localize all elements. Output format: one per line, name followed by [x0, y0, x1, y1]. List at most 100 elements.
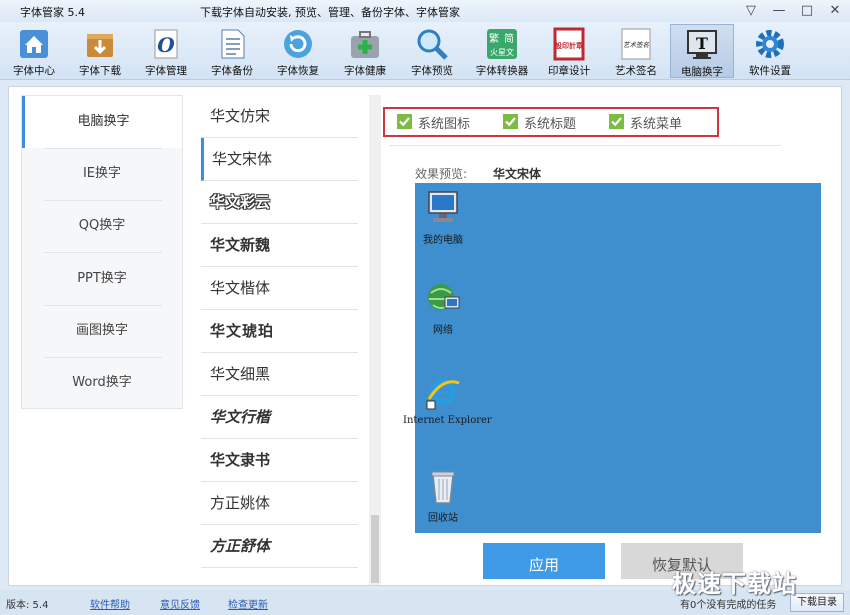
left-nav: 电脑换字 IE换字 QQ换字 PPT换字 画图换字 Word换字	[21, 95, 183, 409]
recycle-bin-icon	[431, 471, 455, 504]
version-text: 版本: 5.4	[6, 600, 49, 611]
medkit-icon	[351, 31, 379, 58]
option-highlight-box: 系统图标 系统标题 系统菜单	[383, 107, 719, 137]
download-box-icon	[87, 34, 113, 57]
font-item-xihei[interactable]: 华文细黑	[201, 353, 358, 396]
watermark-logo: 极速下载站	[672, 570, 797, 598]
ie-icon	[426, 379, 460, 410]
desktop-icon-label: 回收站	[428, 513, 458, 524]
checkbox-checked-icon[interactable]	[609, 114, 624, 129]
tool-label: 字体健康	[344, 65, 386, 77]
tool-font-center[interactable]: 字体中心	[2, 24, 66, 78]
document-icon	[221, 29, 245, 59]
signature-icon: 艺术签名	[621, 28, 651, 60]
house-icon	[20, 30, 48, 58]
font-item-xinwei[interactable]: 华文新魏	[201, 224, 358, 267]
desktop-preview: 我的电脑 网络 Internet Explorer 回收站	[403, 183, 821, 533]
app-subtitle: 下载字体自动安装, 预览、管理、备份字体、字体管家	[200, 6, 460, 19]
minimize-button[interactable]: —	[768, 2, 790, 20]
converter-icon: 繁 简 火星文	[487, 29, 517, 59]
seal-text: 設印計章	[555, 41, 583, 50]
tool-font-restore[interactable]: 字体恢复	[266, 24, 330, 78]
tool-label: 软件设置	[749, 65, 791, 77]
preview-font-name: 华文宋体	[493, 167, 542, 181]
checkbox-checked-icon[interactable]	[503, 114, 518, 129]
tool-label: 字体管理	[145, 65, 187, 77]
tool-label: 字体预览	[411, 65, 453, 77]
feedback-link[interactable]: 意见反馈	[160, 596, 200, 611]
tool-font-converter[interactable]: 繁 简 火星文 字体转换器	[470, 24, 534, 78]
font-list: 华文仿宋 华文宋体 华文彩云 华文新魏 华文楷体 华文琥珀 华文细黑 华文行楷 …	[201, 95, 361, 585]
title-bar: 字体管家 5.4 下载字体自动安装, 预览、管理、备份字体、字体管家 ▽ — □…	[0, 0, 850, 22]
font-item-fangsong[interactable]: 华文仿宋	[201, 95, 358, 138]
desktop-icon-ie: Internet Explorer	[403, 373, 492, 426]
option-system-icons[interactable]: 系统图标	[397, 112, 487, 132]
desktop-icon-computer: 我的电脑	[403, 189, 483, 246]
font-item-lishu[interactable]: 华文隶书	[201, 439, 358, 482]
apply-button[interactable]: 应用	[483, 543, 605, 579]
divider	[389, 145, 781, 146]
nav-item-ie[interactable]: IE换字	[22, 148, 182, 200]
options-pane: 系统图标 系统标题 系统菜单 效果预览: 华文宋体 我的电脑 网络 Intern…	[369, 95, 835, 585]
tool-font-backup[interactable]: 字体备份	[200, 24, 264, 78]
font-change-icon: T	[687, 30, 717, 59]
check-update-link[interactable]: 检查更新	[228, 596, 268, 611]
download-dir-button[interactable]: 下载目录	[790, 593, 844, 612]
nav-item-word[interactable]: Word换字	[22, 357, 182, 409]
option-system-title[interactable]: 系统标题	[503, 112, 593, 132]
skin-dropdown-button[interactable]: ▽	[740, 2, 762, 20]
font-manage-icon: O	[154, 29, 178, 59]
tool-label: 字体备份	[211, 65, 253, 77]
signature-text: 艺术签名	[623, 41, 650, 49]
checkbox-checked-icon[interactable]	[397, 114, 412, 129]
tool-label: 字体下载	[79, 65, 121, 77]
nav-item-paint[interactable]: 画图换字	[22, 305, 182, 357]
restore-icon	[284, 30, 312, 58]
tool-font-manage[interactable]: O 字体管理	[134, 24, 198, 78]
font-item-yaoti[interactable]: 方正姚体	[201, 482, 358, 525]
tool-label: 字体恢复	[277, 65, 319, 77]
network-icon	[428, 284, 460, 310]
tool-font-preview[interactable]: 字体预览	[400, 24, 464, 78]
nav-item-qq[interactable]: QQ换字	[22, 200, 182, 252]
tool-font-health[interactable]: 字体健康	[333, 24, 397, 78]
font-item-kaiti[interactable]: 华文楷体	[201, 267, 358, 310]
converter-mars-text: 火星文	[490, 47, 514, 57]
converter-simp-text: 简	[504, 32, 514, 45]
tool-art-signature[interactable]: 艺术签名 艺术签名	[604, 24, 668, 78]
nav-item-ppt[interactable]: PPT换字	[22, 253, 182, 305]
tool-font-download[interactable]: 字体下载	[68, 24, 132, 78]
desktop-icon-recycle-bin: 回收站	[403, 467, 483, 524]
desktop-icon-network: 网络	[403, 279, 483, 336]
preview-label: 效果预览:	[415, 167, 468, 181]
tool-label: 字体中心	[13, 65, 55, 77]
font-item-shuti[interactable]: 方正舒体	[201, 525, 358, 568]
main-toolbar: 字体中心 字体下载 O 字体管理 字体备份 字体恢复 字体健康 字体预览 繁 简…	[0, 22, 850, 80]
seal-icon: 設印計章	[553, 27, 585, 61]
app-title: 字体管家 5.4	[20, 6, 85, 19]
option-label: 系统图标	[418, 117, 471, 132]
font-item-songti[interactable]: 华文宋体	[201, 138, 358, 181]
computer-icon	[428, 191, 458, 222]
font-item-xingkai[interactable]: 华文行楷	[201, 396, 358, 439]
nav-item-pc[interactable]: 电脑换字	[22, 96, 182, 148]
gear-icon	[756, 30, 784, 58]
tool-seal-design[interactable]: 設印計章 印章设计	[537, 24, 601, 78]
converter-trad-text: 繁	[489, 32, 499, 45]
tool-label: 字体转换器	[475, 65, 529, 77]
font-change-glyph: T	[696, 34, 708, 53]
help-link[interactable]: 软件帮助	[90, 596, 130, 611]
desktop-icon-label: Internet Explorer	[403, 415, 492, 426]
option-label: 系统标题	[524, 117, 577, 132]
maximize-button[interactable]: □	[796, 2, 818, 20]
option-label: 系统菜单	[630, 117, 683, 132]
font-item-caiyun[interactable]: 华文彩云	[201, 181, 358, 224]
close-button[interactable]: ✕	[824, 2, 846, 20]
tool-label: 印章设计	[548, 65, 590, 77]
tool-pc-font-change[interactable]: T 电脑换字	[670, 24, 734, 78]
tool-label: 艺术签名	[615, 65, 657, 77]
magnifier-icon	[417, 29, 448, 60]
option-system-menu[interactable]: 系统菜单	[609, 112, 699, 132]
font-item-hupo[interactable]: 华文琥珀	[201, 310, 358, 353]
tool-settings[interactable]: 软件设置	[738, 24, 802, 78]
